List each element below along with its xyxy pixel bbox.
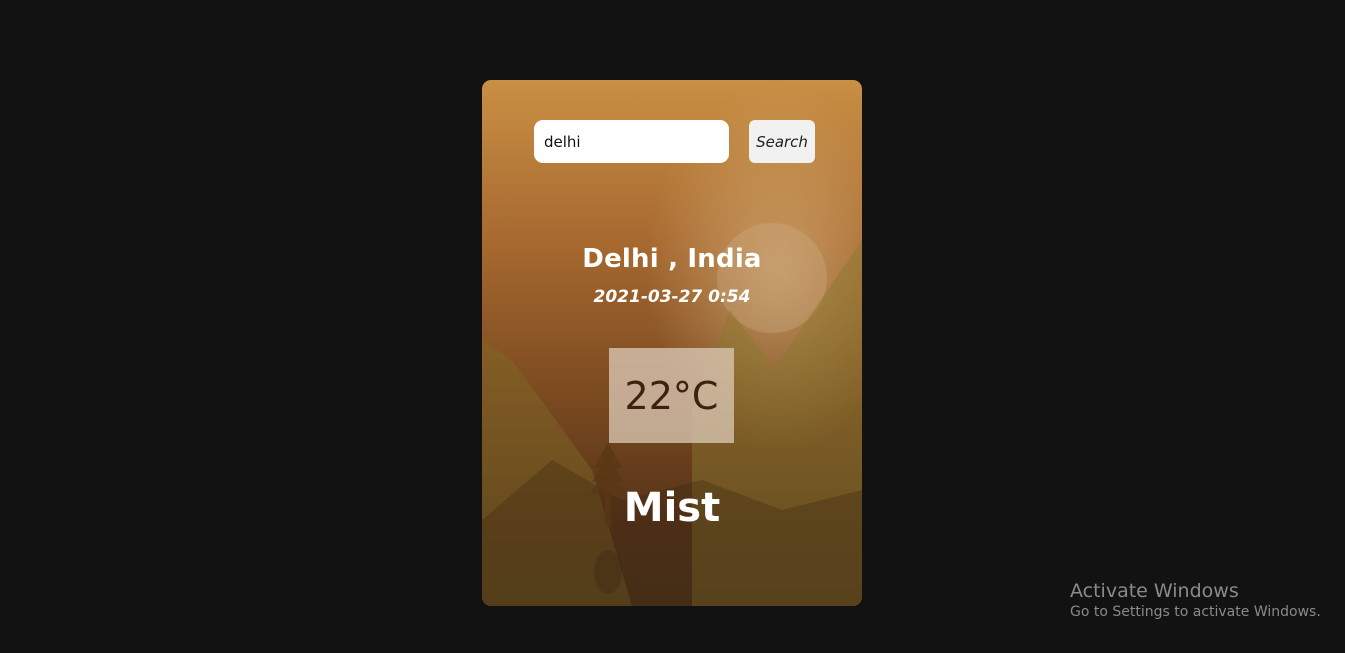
temperature-display: 22°C — [609, 348, 734, 443]
weather-card: Search Delhi , India 2021-03-27 0:54 22°… — [482, 80, 862, 606]
activate-windows-watermark: Activate Windows Go to Settings to activ… — [1070, 580, 1321, 620]
weather-condition: Mist — [623, 485, 721, 531]
local-datetime: 2021-03-27 0:54 — [593, 287, 751, 307]
city-search-input[interactable] — [534, 120, 729, 163]
page-background: Search Delhi , India 2021-03-27 0:54 22°… — [0, 0, 1345, 653]
watermark-title: Activate Windows — [1070, 580, 1239, 602]
tree-reflection — [594, 550, 622, 594]
search-button[interactable]: Search — [749, 120, 815, 163]
location-name: Delhi , India — [582, 244, 762, 274]
watermark-subtitle: Go to Settings to activate Windows. — [1070, 604, 1321, 620]
